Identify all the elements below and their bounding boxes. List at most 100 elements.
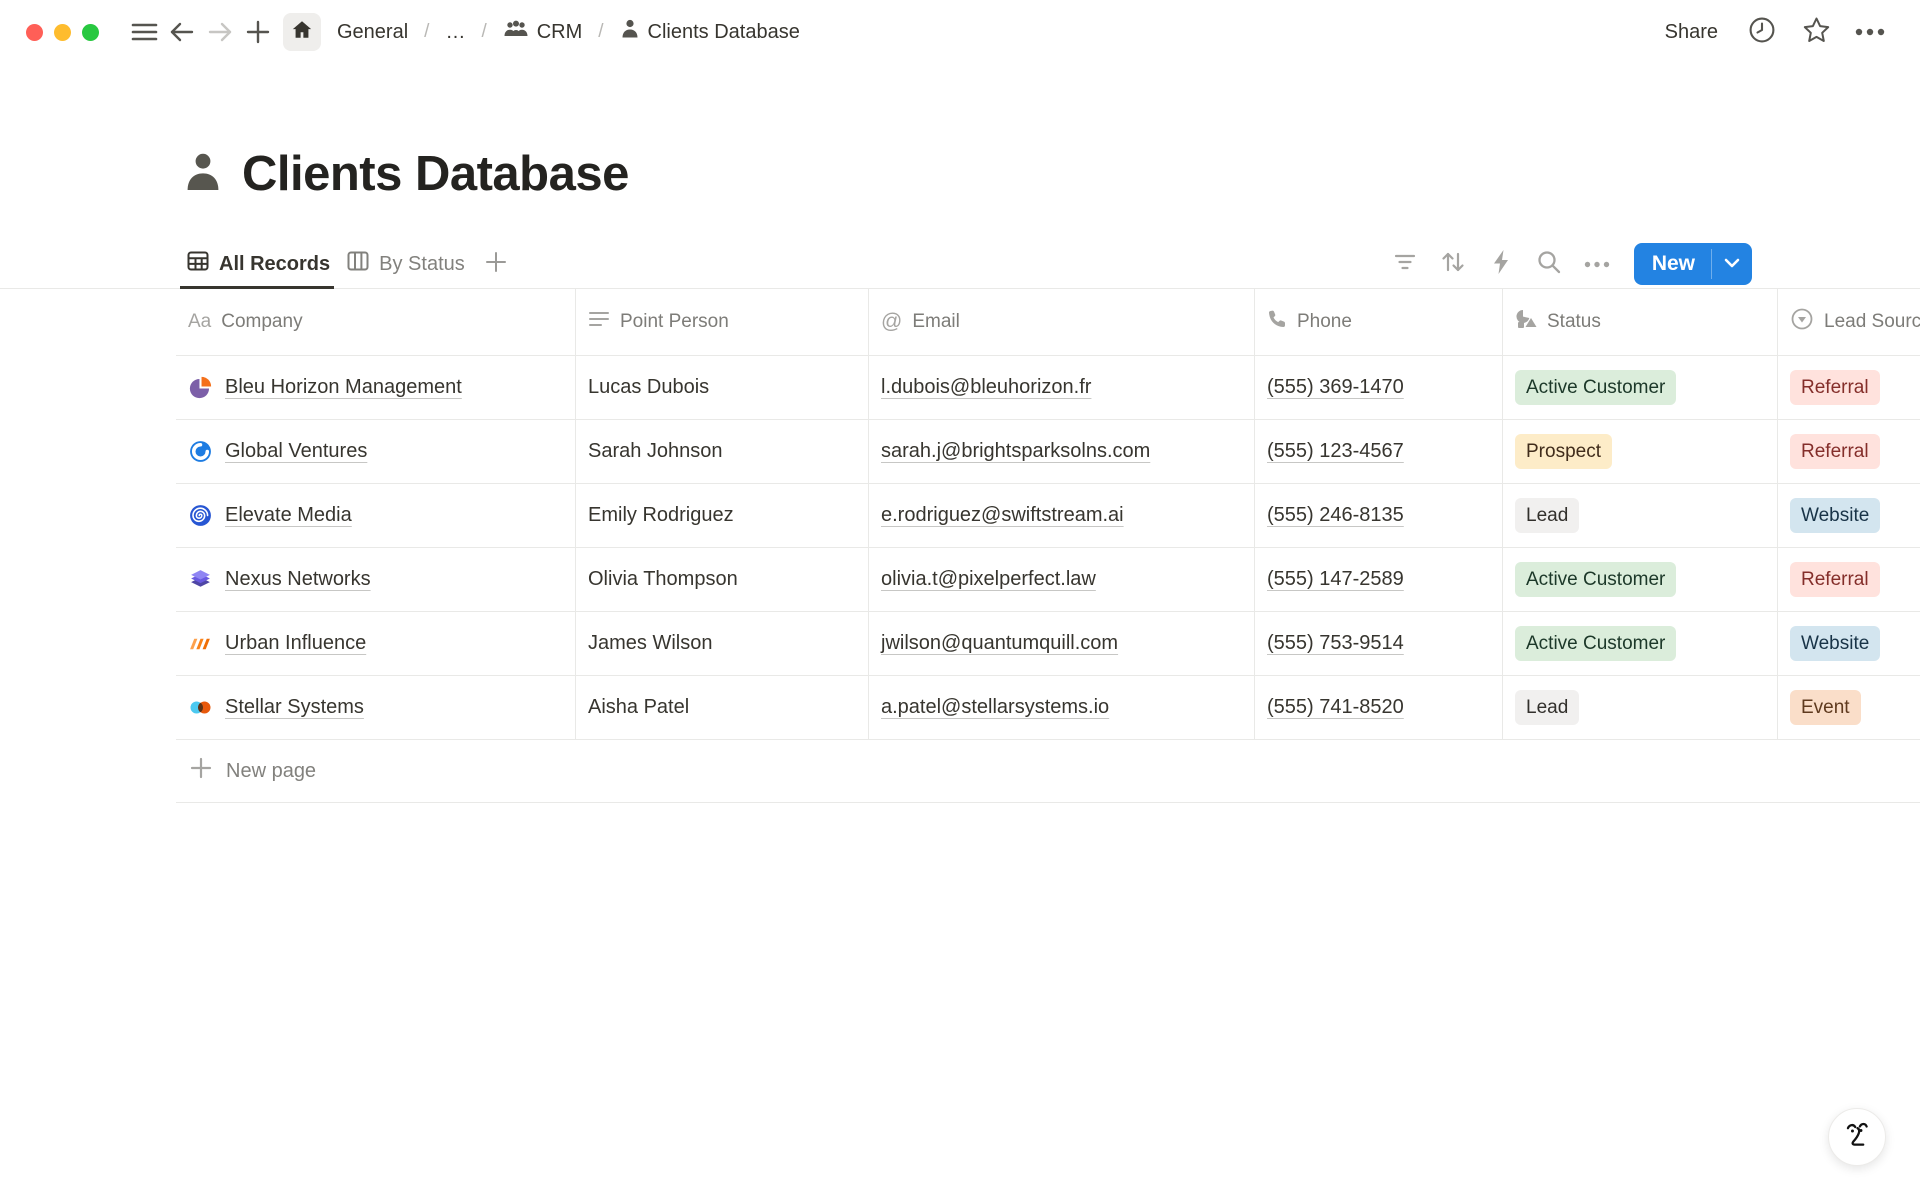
status-cell[interactable]: Lead — [1503, 484, 1778, 547]
lead-source-badge[interactable]: Referral — [1790, 434, 1880, 469]
email-cell[interactable]: a.patel@stellarsystems.io — [869, 676, 1255, 739]
column-header-point-person[interactable]: Point Person — [576, 289, 869, 355]
phone-link[interactable]: (555) 753-9514 — [1267, 632, 1404, 655]
phone-link[interactable]: (555) 369-1470 — [1267, 376, 1404, 399]
email-cell[interactable]: sarah.j@brightsparksolns.com — [869, 420, 1255, 483]
email-cell[interactable]: olivia.t@pixelperfect.law — [869, 548, 1255, 611]
status-badge[interactable]: Lead — [1515, 498, 1579, 533]
status-badge[interactable]: Active Customer — [1515, 370, 1676, 405]
table-row[interactable]: Global Ventures Sarah Johnson sarah.j@br… — [176, 419, 1920, 483]
lead-source-cell[interactable]: Website — [1778, 612, 1920, 675]
point-person-cell[interactable]: Lucas Dubois — [576, 356, 869, 419]
filter-button[interactable] — [1386, 245, 1424, 283]
minimize-window-button[interactable] — [54, 24, 71, 41]
phone-cell[interactable]: (555) 369-1470 — [1255, 356, 1503, 419]
breadcrumb-item-general[interactable]: General — [331, 18, 414, 47]
status-cell[interactable]: Active Customer — [1503, 356, 1778, 419]
lead-source-badge[interactable]: Website — [1790, 626, 1880, 661]
company-link[interactable]: Nexus Networks — [225, 568, 371, 591]
email-link[interactable]: jwilson@quantumquill.com — [881, 632, 1118, 655]
favorite-button[interactable] — [1796, 12, 1836, 52]
status-cell[interactable]: Prospect — [1503, 420, 1778, 483]
breadcrumb-item-ellipsis[interactable]: … — [439, 18, 471, 47]
phone-link[interactable]: (555) 246-8135 — [1267, 504, 1404, 527]
new-page-row[interactable]: New page — [176, 739, 1920, 803]
more-options-button[interactable] — [1850, 12, 1890, 52]
table-row[interactable]: Urban Influence James Wilson jwilson@qua… — [176, 611, 1920, 675]
home-button[interactable] — [283, 13, 321, 51]
tab-all-records[interactable]: All Records — [180, 240, 340, 288]
email-cell[interactable]: e.rodriguez@swiftstream.ai — [869, 484, 1255, 547]
breadcrumb-item-crm[interactable]: CRM — [497, 15, 589, 49]
email-cell[interactable]: jwilson@quantumquill.com — [869, 612, 1255, 675]
phone-link[interactable]: (555) 741-8520 — [1267, 696, 1404, 719]
column-header-lead-source[interactable]: Lead Source — [1778, 289, 1920, 355]
phone-cell[interactable]: (555) 123-4567 — [1255, 420, 1503, 483]
table-row[interactable]: Bleu Horizon Management Lucas Dubois l.d… — [176, 355, 1920, 419]
table-row[interactable]: Elevate Media Emily Rodriguez e.rodrigue… — [176, 483, 1920, 547]
status-cell[interactable]: Active Customer — [1503, 548, 1778, 611]
table-row[interactable]: Nexus Networks Olivia Thompson olivia.t@… — [176, 547, 1920, 611]
tab-by-status[interactable]: By Status — [340, 240, 475, 288]
phone-cell[interactable]: (555) 147-2589 — [1255, 548, 1503, 611]
status-cell[interactable]: Active Customer — [1503, 612, 1778, 675]
table-row[interactable]: Stellar Systems Aisha Patel a.patel@stel… — [176, 675, 1920, 739]
company-link[interactable]: Urban Influence — [225, 632, 366, 655]
point-person-cell[interactable]: Emily Rodriguez — [576, 484, 869, 547]
email-link[interactable]: a.patel@stellarsystems.io — [881, 696, 1109, 719]
new-record-button[interactable]: New — [1634, 243, 1711, 285]
updates-history-button[interactable] — [1742, 12, 1782, 52]
column-header-email[interactable]: @ Email — [869, 289, 1255, 355]
status-badge[interactable]: Prospect — [1515, 434, 1612, 469]
lead-source-cell[interactable]: Referral — [1778, 420, 1920, 483]
page-icon-person[interactable] — [182, 150, 224, 199]
lead-source-badge[interactable]: Referral — [1790, 562, 1880, 597]
company-link[interactable]: Bleu Horizon Management — [225, 376, 462, 399]
phone-link[interactable]: (555) 147-2589 — [1267, 568, 1404, 591]
lead-source-badge[interactable]: Website — [1790, 498, 1880, 533]
sort-button[interactable] — [1434, 245, 1472, 283]
company-link[interactable]: Elevate Media — [225, 504, 352, 527]
column-header-status[interactable]: Status — [1503, 289, 1778, 355]
company-link[interactable]: Stellar Systems — [225, 696, 364, 719]
phone-link[interactable]: (555) 123-4567 — [1267, 440, 1404, 463]
search-button[interactable] — [1530, 245, 1568, 283]
lead-source-badge[interactable]: Event — [1790, 690, 1861, 725]
share-button[interactable]: Share — [1655, 16, 1728, 49]
status-badge[interactable]: Active Customer — [1515, 626, 1676, 661]
email-link[interactable]: l.dubois@bleuhorizon.fr — [881, 376, 1091, 399]
email-cell[interactable]: l.dubois@bleuhorizon.fr — [869, 356, 1255, 419]
lead-source-cell[interactable]: Event — [1778, 676, 1920, 739]
status-badge[interactable]: Lead — [1515, 690, 1579, 725]
phone-cell[interactable]: (555) 741-8520 — [1255, 676, 1503, 739]
lead-source-cell[interactable]: Referral — [1778, 356, 1920, 419]
status-badge[interactable]: Active Customer — [1515, 562, 1676, 597]
phone-cell[interactable]: (555) 753-9514 — [1255, 612, 1503, 675]
zoom-window-button[interactable] — [82, 24, 99, 41]
status-cell[interactable]: Lead — [1503, 676, 1778, 739]
add-view-button[interactable] — [475, 249, 517, 280]
view-options-button[interactable] — [1578, 245, 1616, 283]
point-person-cell[interactable]: James Wilson — [576, 612, 869, 675]
phone-cell[interactable]: (555) 246-8135 — [1255, 484, 1503, 547]
point-person-cell[interactable]: Sarah Johnson — [576, 420, 869, 483]
column-header-company[interactable]: Aa Company — [176, 289, 576, 355]
company-link[interactable]: Global Ventures — [225, 440, 367, 463]
automations-button[interactable] — [1482, 245, 1520, 283]
back-button[interactable] — [163, 13, 201, 51]
new-record-dropdown-button[interactable] — [1712, 243, 1752, 285]
column-header-phone[interactable]: Phone — [1255, 289, 1503, 355]
point-person-cell[interactable]: Olivia Thompson — [576, 548, 869, 611]
forward-button[interactable] — [201, 13, 239, 51]
lead-source-badge[interactable]: Referral — [1790, 370, 1880, 405]
lead-source-cell[interactable]: Referral — [1778, 548, 1920, 611]
close-window-button[interactable] — [26, 24, 43, 41]
sidebar-menu-button[interactable] — [125, 13, 163, 51]
point-person-cell[interactable]: Aisha Patel — [576, 676, 869, 739]
email-link[interactable]: sarah.j@brightsparksolns.com — [881, 440, 1150, 463]
page-title[interactable]: Clients Database — [242, 146, 629, 202]
lead-source-cell[interactable]: Website — [1778, 484, 1920, 547]
email-link[interactable]: e.rodriguez@swiftstream.ai — [881, 504, 1124, 527]
notion-ai-button[interactable] — [1828, 1108, 1886, 1166]
email-link[interactable]: olivia.t@pixelperfect.law — [881, 568, 1096, 591]
